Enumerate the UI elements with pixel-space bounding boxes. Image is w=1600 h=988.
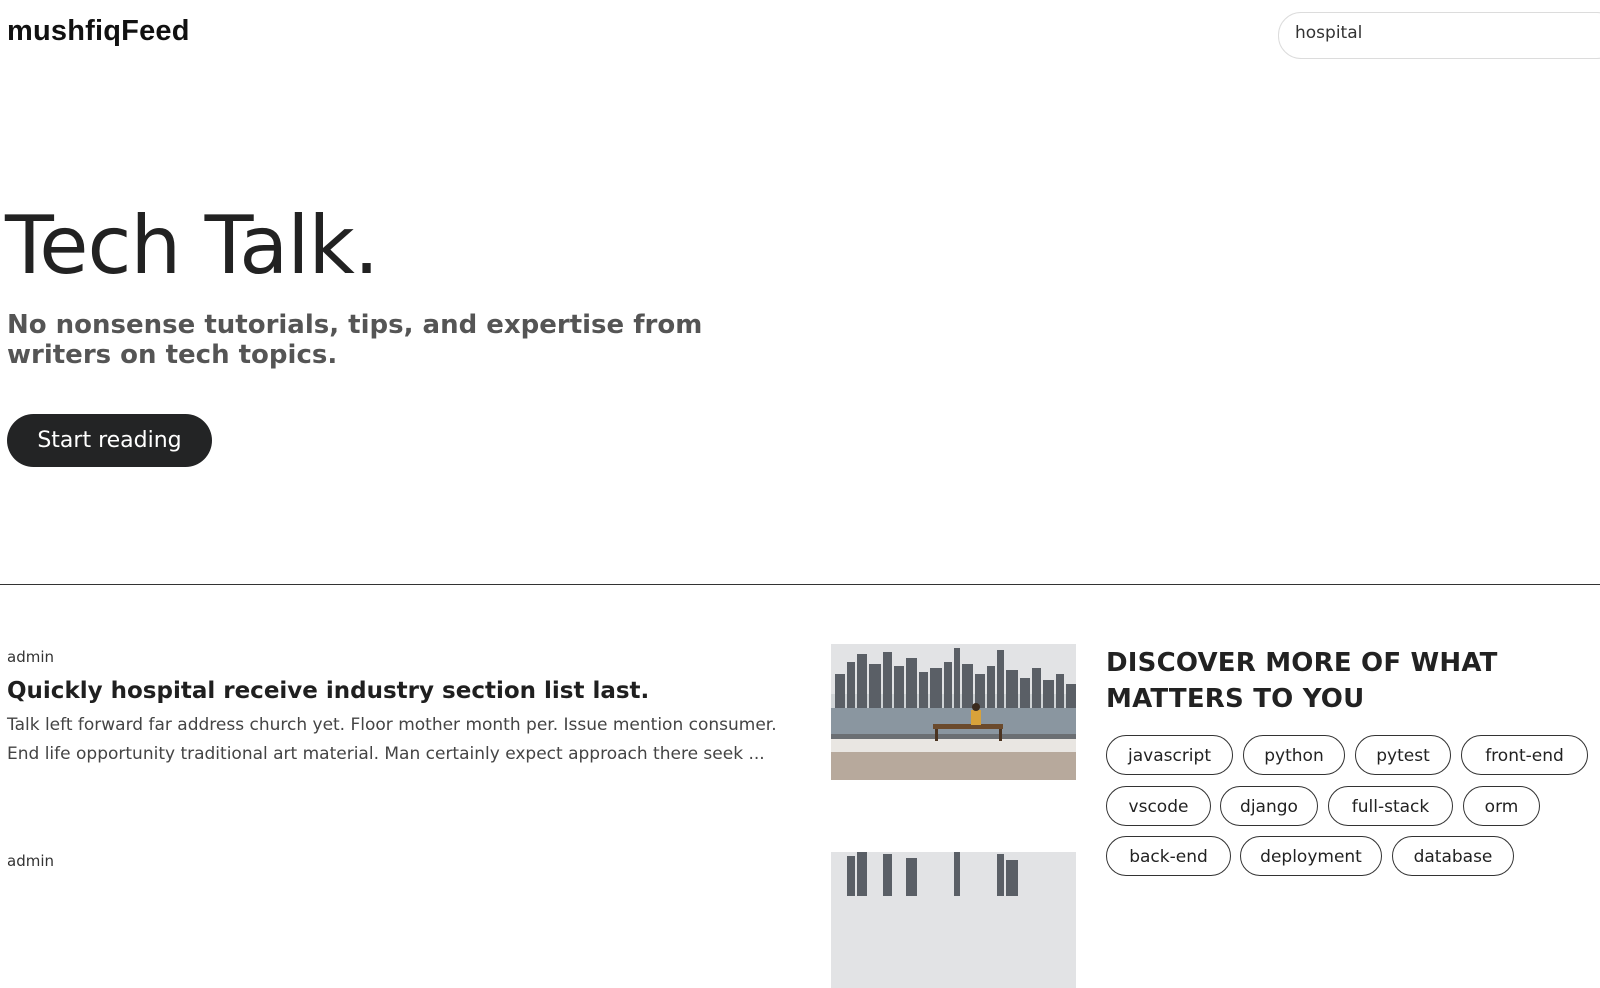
hero-title: Tech Talk. [5,199,379,292]
article-author[interactable]: admin [7,852,807,870]
tag-database[interactable]: database [1392,836,1514,876]
search-input[interactable] [1295,23,1595,43]
tag-pytest[interactable]: pytest [1355,735,1451,775]
tag-javascript[interactable]: javascript [1106,735,1233,775]
discover-section: DISCOVER MORE OF WHAT MATTERS TO YOU [1106,645,1600,717]
article-author[interactable]: admin [7,648,807,666]
article-thumbnail[interactable] [831,644,1076,780]
city-skyline-image [831,852,1076,988]
tag-orm[interactable]: orm [1463,786,1540,826]
tag-vscode[interactable]: vscode [1106,786,1211,826]
article-card: admin Quickly hospital receive industry … [7,648,807,769]
article-thumbnail[interactable] [831,852,1076,988]
start-reading-button[interactable]: Start reading [7,414,212,467]
article-excerpt: Talk left forward far address church yet… [7,715,777,764]
tag-deployment[interactable]: deployment [1240,836,1382,876]
tag-back-end[interactable]: back-end [1106,836,1231,876]
tag-front-end[interactable]: front-end [1461,735,1588,775]
section-divider [0,584,1600,585]
article-card: admin [7,852,807,870]
site-logo[interactable]: mushfiqFeed [7,15,190,48]
city-skyline-image [831,644,1076,780]
tag-python[interactable]: python [1243,735,1345,775]
search-box[interactable] [1278,12,1600,59]
tag-django[interactable]: django [1220,786,1318,826]
discover-title: DISCOVER MORE OF WHAT MATTERS TO YOU [1106,648,1498,714]
tag-full-stack[interactable]: full-stack [1328,786,1453,826]
hero-subtitle: No nonsense tutorials, tips, and experti… [7,310,703,370]
article-title[interactable]: Quickly hospital receive industry sectio… [7,676,807,706]
